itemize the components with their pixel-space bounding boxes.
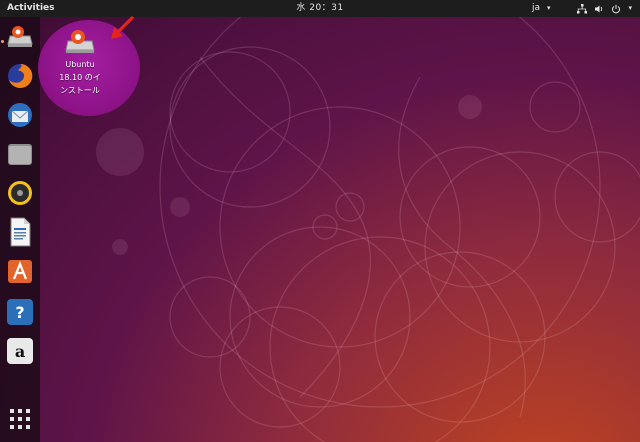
firefox-icon (6, 62, 34, 94)
amazon-icon: a (7, 338, 33, 364)
dock-libreoffice-writer[interactable] (4, 217, 36, 251)
dock-files[interactable] (4, 140, 36, 172)
label-line: Ubuntu (65, 60, 95, 69)
desktop-installer-icon[interactable] (64, 28, 96, 60)
power-icon (611, 4, 621, 14)
input-method-indicator[interactable]: ja (532, 0, 540, 17)
help-icon: ? (7, 299, 33, 325)
software-center-icon (6, 257, 34, 289)
speaker-icon (6, 179, 34, 211)
folder-icon (6, 141, 34, 171)
clock[interactable]: 水 20：31 (296, 0, 343, 17)
input-method-dropdown-icon[interactable]: ▾ (547, 0, 551, 17)
dock-ubuntu-software[interactable] (4, 257, 36, 289)
system-tray[interactable]: ▾ (577, 0, 632, 17)
dock-show-applications[interactable] (4, 405, 36, 437)
dock-ubuntu-installer[interactable] (4, 23, 36, 55)
installer-icon (6, 24, 34, 54)
chevron-down-icon: ▾ (628, 4, 632, 12)
document-icon (7, 217, 33, 251)
dock-amazon[interactable]: a (4, 335, 36, 367)
dock-help[interactable]: ? (4, 296, 36, 328)
label-line: 18.10 のイ (59, 73, 101, 82)
label-line: ンストール (60, 86, 100, 95)
dock-firefox[interactable] (4, 62, 36, 94)
dock-thunderbird[interactable] (4, 101, 36, 133)
network-icon (577, 3, 588, 14)
volume-icon (594, 4, 604, 14)
thunderbird-icon (6, 101, 34, 133)
dock: ? a (0, 17, 40, 442)
desktop-installer-label[interactable]: Ubuntu 18.10 のイ ンストール (48, 58, 112, 97)
top-bar: Activities 水 20：31 ja ▾ ▾ (0, 0, 640, 17)
dock-rhythmbox[interactable] (4, 179, 36, 211)
red-arrow-icon (108, 15, 136, 47)
activities-button[interactable]: Activities (7, 0, 55, 17)
running-indicator (1, 40, 4, 43)
app-grid-icon (9, 408, 31, 434)
